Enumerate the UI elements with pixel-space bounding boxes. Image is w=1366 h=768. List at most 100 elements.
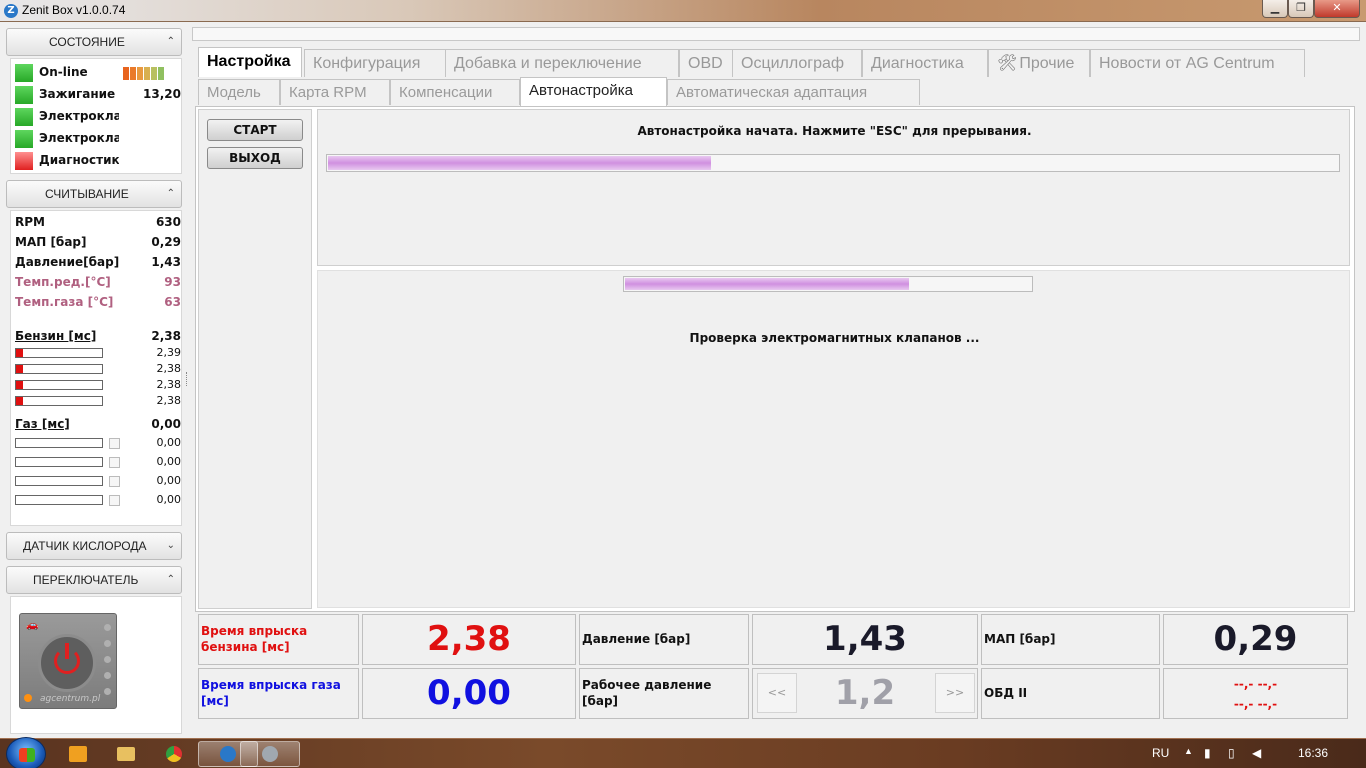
signal-bar: [144, 67, 150, 80]
app-client-area: СОСТОЯНИЕ ⌃ On-line Зажигание 13,20 Элек…: [0, 22, 1366, 738]
pressure-label: Давление [бар]: [582, 632, 691, 646]
window-title: Zenit Box v1.0.0.74: [22, 3, 126, 17]
pressure-label: Давление[бар]: [15, 255, 120, 269]
autotune-content: СТАРТ ВЫХОД Автонастройка начата. Нажмит…: [195, 106, 1355, 612]
petrol-label: Бензин [мс]: [15, 329, 97, 343]
petrol-bar-fill: [16, 397, 23, 405]
maximize-button[interactable]: ❐: [1288, 0, 1314, 18]
ignition-led-icon: [15, 86, 33, 104]
tab-additive-switching[interactable]: Добавка и переключение: [445, 49, 679, 77]
oxygen-section-header[interactable]: ДАТЧИК КИСЛОРОДА ⌄: [6, 532, 182, 560]
tab-label: Диагностика: [871, 55, 964, 72]
tab-label: Настройка: [207, 53, 291, 70]
subtab-label: Карта RPM: [289, 84, 367, 101]
tab-obd[interactable]: OBD: [679, 49, 733, 77]
volume-icon[interactable]: ◀: [1252, 746, 1261, 760]
gas-cylinder-value: 0,00: [156, 474, 182, 487]
settings-app-icon[interactable]: [240, 741, 300, 767]
gas-cylinder-checkbox[interactable]: [109, 476, 120, 487]
petrol-cylinder-value: 2,38: [156, 378, 182, 391]
gas-injection-value-cell: 0,00: [362, 668, 576, 719]
windows-logo-icon: [19, 748, 35, 762]
subtab-compensations[interactable]: Компенсации: [390, 79, 520, 105]
folder-icon[interactable]: [104, 741, 148, 767]
signal-bar: [137, 67, 143, 80]
tab-configuration[interactable]: Конфигурация: [304, 49, 446, 77]
gas-bar: [15, 476, 103, 486]
gas-cylinder-checkbox[interactable]: [109, 438, 120, 449]
exit-button[interactable]: ВЫХОД: [207, 147, 303, 169]
obd-value-1: --,- --,-: [1233, 677, 1278, 691]
start-button[interactable]: [6, 737, 46, 768]
autotune-main-progress: [326, 154, 1340, 172]
close-button[interactable]: ✕: [1314, 0, 1360, 18]
work-pressure-label: Рабочее давление [бар]: [582, 678, 712, 708]
start-button[interactable]: СТАРТ: [207, 119, 303, 141]
signal-bar: [151, 67, 157, 80]
subtab-auto-adaptation[interactable]: Автоматическая адаптация: [667, 79, 920, 105]
gas-cylinder-checkbox[interactable]: [109, 457, 120, 468]
status-row-online: On-line: [15, 63, 181, 83]
top-strip: [192, 27, 1360, 41]
tab-setup[interactable]: Настройка: [198, 47, 302, 77]
gas-cylinder-1: 0,00: [15, 435, 181, 451]
reducer-temp-value: 93: [164, 275, 181, 289]
power-button[interactable]: [38, 634, 96, 692]
status-label: Диагностика: [39, 153, 119, 167]
gas-temp-value: 63: [164, 295, 181, 309]
minimize-button[interactable]: ▁: [1262, 0, 1288, 18]
switch-section-header[interactable]: ПЕРЕКЛЮЧАТЕЛЬ ⌃: [6, 566, 182, 594]
fuel-switch-widget[interactable]: 🚗 agcentrum.pl: [19, 613, 117, 709]
clock[interactable]: 16:36: [1298, 746, 1328, 760]
subtab-autotune[interactable]: Автонастройка: [520, 77, 667, 106]
tab-label: OBD: [688, 55, 723, 72]
map-label: МАП [бар]: [984, 632, 1056, 646]
subtab-model[interactable]: Модель: [198, 79, 280, 105]
petrol-bar-fill: [16, 365, 23, 373]
petrol-injection-label: Время впрыска бензина [мс]: [201, 624, 308, 654]
pressure-value: 1,43: [823, 619, 907, 659]
language-indicator[interactable]: RU: [1152, 746, 1169, 760]
chrome-icon[interactable]: [152, 741, 196, 767]
power-icon-stem: [65, 643, 69, 659]
signal-bar: [123, 67, 129, 80]
panel-splitter[interactable]: [186, 372, 189, 386]
gas-injection-label-cell: Время впрыска газа [мс]: [198, 668, 359, 719]
map-value-cell: 0,29: [1163, 614, 1348, 665]
network-icon[interactable]: ▮: [1204, 746, 1211, 760]
media-player-icon[interactable]: [56, 741, 100, 767]
tab-other[interactable]: 🛠 Прочие: [988, 49, 1090, 77]
gas-injection-value: 0,00: [427, 673, 511, 713]
gas-row: Газ [мс] 0,00: [15, 417, 181, 435]
subtab-rpm-map[interactable]: Карта RPM: [280, 79, 390, 105]
power-tray-icon[interactable]: ▯: [1228, 746, 1235, 760]
pressure-row: Давление[бар] 1,43: [15, 255, 181, 273]
pressure-value-cell: 1,43: [752, 614, 978, 665]
ignition-voltage: 13,20: [143, 87, 181, 101]
status-section: On-line Зажигание 13,20 Электроклапан Эл…: [10, 58, 182, 174]
gas-cylinder-3: 0,00: [15, 473, 181, 489]
expand-arrow-icon: ⌄: [166, 540, 175, 551]
subtab-label: Модель: [207, 84, 261, 101]
show-hidden-icons-icon[interactable]: ▲: [1184, 746, 1193, 756]
status-row-diagnostics: Диагностика: [15, 151, 181, 171]
map-row: МАП [бар] 0,29: [15, 235, 181, 253]
gas-cylinder-4: 0,00: [15, 492, 181, 508]
status-label: Электроклапан: [39, 109, 119, 123]
app-icon: Z: [4, 4, 18, 18]
status-section-header[interactable]: СОСТОЯНИЕ ⌃: [6, 28, 182, 56]
level-led-icon: [104, 688, 111, 695]
obd-label-cell: ОБД II: [981, 668, 1160, 719]
reading-section-header[interactable]: СЧИТЫВАНИЕ ⌃: [6, 180, 182, 208]
petrol-injection-value-cell: 2,38: [362, 614, 576, 665]
increase-pressure-button[interactable]: >>: [935, 673, 975, 713]
obd-value-cell: --,- --,- --,- --,-: [1163, 668, 1348, 719]
tab-diagnostics[interactable]: Диагностика: [862, 49, 988, 77]
petrol-cylinder-1: 2,39: [15, 345, 181, 361]
status-label: Зажигание: [39, 87, 116, 101]
gas-temp-label: Темп.газа [°C]: [15, 295, 114, 309]
tab-oscilloscope[interactable]: Осциллограф: [732, 49, 862, 77]
tab-news[interactable]: Новости от AG Centrum: [1090, 49, 1305, 77]
gas-cylinder-value: 0,00: [156, 493, 182, 506]
gas-cylinder-checkbox[interactable]: [109, 495, 120, 506]
